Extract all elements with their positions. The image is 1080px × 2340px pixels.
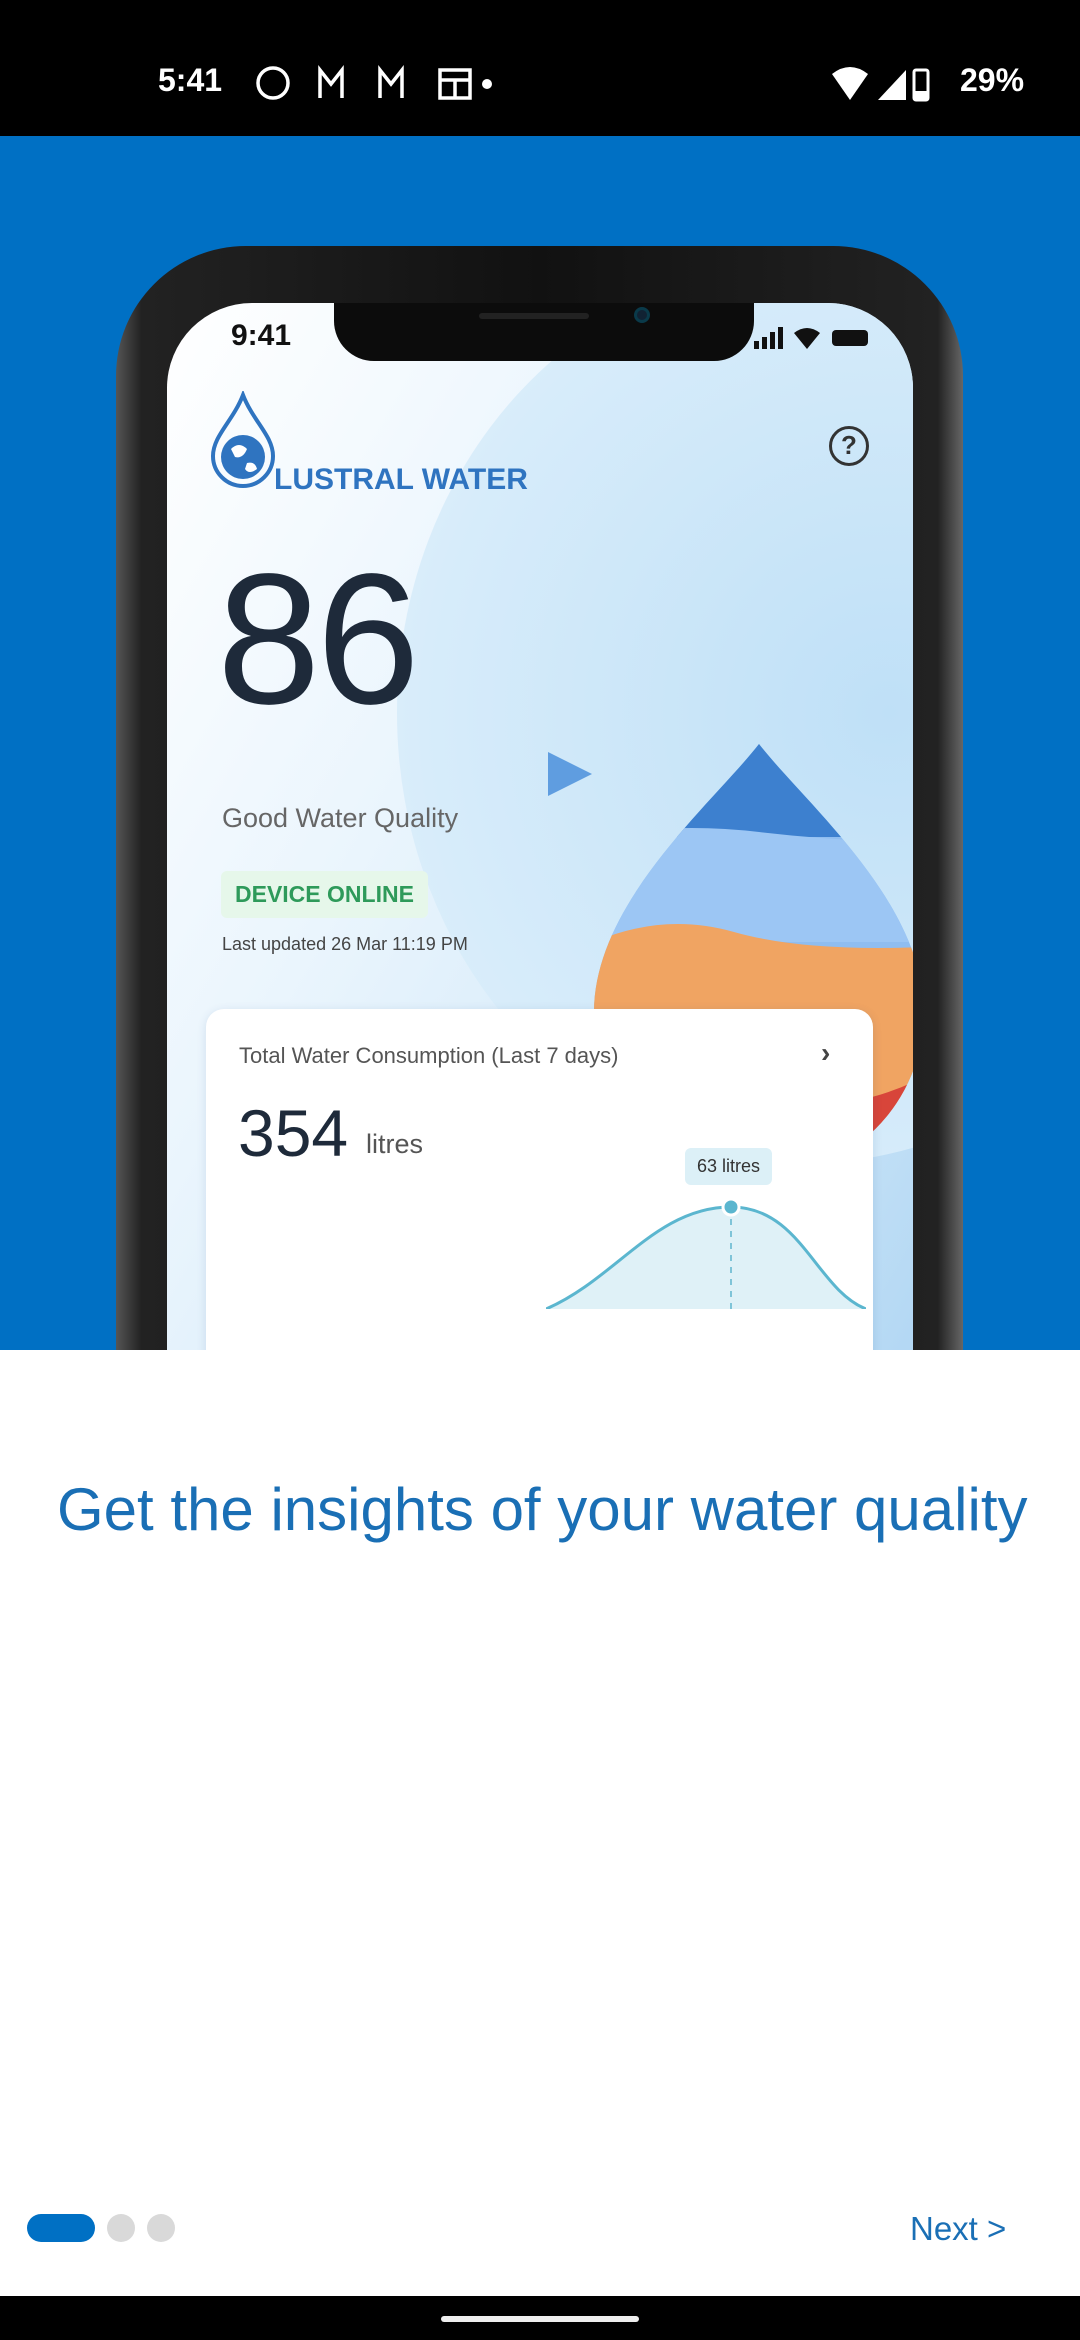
gmail-icon <box>318 64 344 98</box>
whatsapp-icon <box>256 66 290 100</box>
home-handle[interactable] <box>441 2316 639 2322</box>
mockup-time: 9:41 <box>231 319 292 352</box>
battery-percent: 29% <box>960 62 1025 98</box>
hero-illustration: 9:41 LUSTRAL WATER ? 86 Good Water Quali… <box>0 136 1080 1350</box>
consumption-chart <box>546 1197 866 1309</box>
signal-icon <box>878 70 906 100</box>
system-icons <box>832 67 930 102</box>
status-bar: 5:41 29% <box>0 0 1080 136</box>
quality-score: 86 <box>217 536 420 743</box>
help-icon[interactable]: ? <box>829 426 869 466</box>
chart-peak-point <box>721 1197 741 1217</box>
phone-mockup: 9:41 LUSTRAL WATER ? 86 Good Water Quali… <box>116 246 963 1350</box>
battery-icon <box>912 68 930 102</box>
card-title: Total Water Consumption (Last 7 days) <box>239 1043 619 1068</box>
mockup-status-icons <box>754 327 868 349</box>
dot-icon <box>482 79 492 89</box>
notification-icons <box>256 64 492 100</box>
lustral-logo-icon <box>210 391 276 488</box>
chart-tooltip: 63 litres <box>685 1148 773 1185</box>
consumption-card[interactable]: Total Water Consumption (Last 7 days) › … <box>206 1009 873 1350</box>
chevron-right-icon[interactable]: › <box>821 1037 830 1069</box>
last-updated: Last updated 26 Mar 11:19 PM <box>222 934 468 954</box>
phone-screen: 9:41 LUSTRAL WATER ? 86 Good Water Quali… <box>167 303 913 1350</box>
page-dot-active[interactable] <box>27 2214 95 2242</box>
page-dot[interactable] <box>107 2214 135 2242</box>
navigation-bar <box>0 2296 1080 2340</box>
brand-name: LUSTRAL WATER <box>274 463 528 496</box>
device-status-badge: DEVICE ONLINE <box>221 871 428 918</box>
status-time: 5:41 <box>158 62 223 98</box>
page-indicator <box>27 2214 175 2242</box>
quality-label: Good Water Quality <box>222 803 459 833</box>
onboarding-title: Get the insights of your water quality <box>57 1476 1028 1543</box>
play-triangle-icon <box>548 752 592 796</box>
calendar-icon <box>438 68 472 100</box>
gmail-icon <box>378 64 404 98</box>
wifi-icon <box>832 67 868 100</box>
consumption-total: 354 <box>238 1096 349 1170</box>
consumption-unit: litres <box>366 1129 424 1159</box>
phone-notch <box>334 303 754 361</box>
page-dot[interactable] <box>147 2214 175 2242</box>
next-button[interactable]: Next > <box>910 2210 1006 2248</box>
